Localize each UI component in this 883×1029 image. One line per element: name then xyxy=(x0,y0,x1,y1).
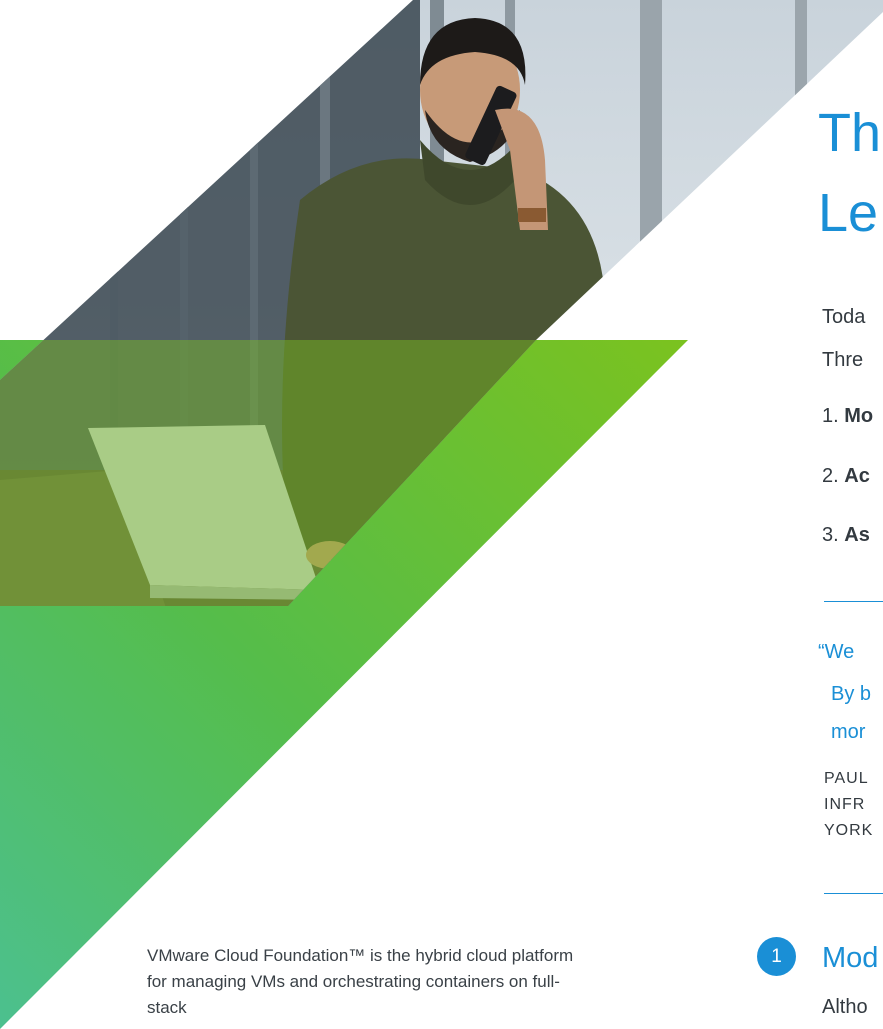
section-heading: Mod xyxy=(822,942,879,974)
divider-rule-bottom xyxy=(824,893,883,894)
page-title-line-1: Th xyxy=(818,103,882,163)
quote-line-1: “We xyxy=(818,641,855,663)
list-item-number: 3. xyxy=(822,524,839,546)
intro-line-2: Thre xyxy=(822,349,864,371)
page: Th Le Toda Thre 1. Mo 2. Ac 3. As “We By… xyxy=(0,0,883,1029)
quote-line-2: By b xyxy=(831,683,872,705)
list-item-number: 2. xyxy=(822,465,839,487)
list-item-bold-text: Ac xyxy=(844,465,870,487)
list-item-bold-text: Mo xyxy=(844,405,874,427)
list-item-3: 3. As xyxy=(822,524,870,547)
divider-rule-top xyxy=(824,601,883,602)
hero-artwork xyxy=(0,0,883,1029)
attribution-line-3: YORK xyxy=(824,822,874,839)
section-body-text: Altho xyxy=(822,996,868,1018)
product-caption: VMware Cloud Foundation™ is the hybrid c… xyxy=(147,946,574,1017)
attribution-line-1: PAUL xyxy=(824,770,869,787)
section-number-badge: 1 xyxy=(757,937,796,976)
list-item-bold-text: As xyxy=(844,524,870,546)
list-item-number: 1. xyxy=(822,405,839,427)
list-item-1: 1. Mo xyxy=(822,405,873,428)
intro-line-1: Toda xyxy=(822,306,866,328)
attribution-line-2: INFR xyxy=(824,796,866,813)
page-title-line-2: Le xyxy=(818,183,879,243)
quote-line-3: mor xyxy=(831,721,866,743)
list-item-2: 2. Ac xyxy=(822,465,870,488)
